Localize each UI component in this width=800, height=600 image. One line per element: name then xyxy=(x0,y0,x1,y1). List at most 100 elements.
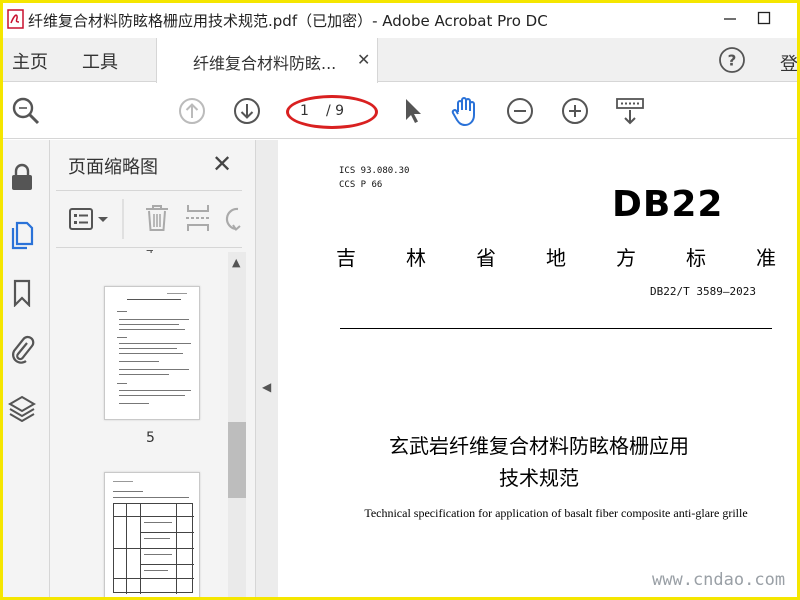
page-display-button[interactable] xyxy=(614,95,646,127)
panel-title: 页面缩略图 xyxy=(68,157,158,178)
arrow-up-circle-icon xyxy=(179,98,205,124)
page-thumbnails-panel: 页面缩略图 ✕ 4 xyxy=(50,140,256,600)
panel-splitter[interactable]: ◀ xyxy=(256,140,278,600)
thumb-line xyxy=(119,319,189,320)
maximize-button[interactable] xyxy=(746,4,782,32)
layers-rail-button[interactable] xyxy=(8,393,36,423)
thumb-table-line xyxy=(126,504,127,594)
thumb-table xyxy=(113,503,194,594)
zoom-in-button[interactable] xyxy=(559,95,591,127)
red-annotation-ellipse xyxy=(286,95,378,129)
bookmark-icon xyxy=(13,279,31,307)
arrow-down-circle-icon xyxy=(234,98,260,124)
document-title-line: 玄武岩纤维复合材料防眩格栅应用 xyxy=(389,434,689,458)
insert-page-icon[interactable] xyxy=(184,203,212,233)
document-tab[interactable]: 纤维复合材料防眩... ✕ xyxy=(156,38,378,83)
trash-icon[interactable] xyxy=(144,203,170,233)
zoom-out-button[interactable] xyxy=(504,95,536,127)
pages-icon xyxy=(11,221,34,250)
paperclip-icon xyxy=(12,335,35,364)
thumb-line xyxy=(119,390,191,391)
thumb-table-line xyxy=(140,504,141,594)
close-panel-icon[interactable]: ✕ xyxy=(212,150,232,178)
bookmarks-rail-button[interactable] xyxy=(8,278,36,308)
thumbnail-label-5: 5 xyxy=(146,430,155,446)
window-title: 纤维复合材料防眩格栅应用技术规范.pdf（已加密）- Adobe Acrobat… xyxy=(28,12,548,30)
toolbar-divider xyxy=(122,199,124,239)
scroll-up-arrow-icon[interactable]: ▲ xyxy=(232,256,240,269)
title-bar: 纤维复合材料防眩格栅应用技术规范.pdf（已加密）- Adobe Acrobat… xyxy=(0,0,800,38)
thumb-line xyxy=(119,395,185,396)
document-title-english: Technical specification for application … xyxy=(364,506,748,520)
thumbnail-scrollbar-thumb[interactable] xyxy=(228,422,246,498)
security-rail-button[interactable] xyxy=(8,162,36,192)
thumb-line xyxy=(119,361,159,362)
toolbar xyxy=(0,83,800,139)
maximize-icon xyxy=(757,11,771,25)
magnifier-icon xyxy=(12,97,40,125)
thumbnail-label-partial: 4 xyxy=(146,250,154,256)
thumbnail-page-5[interactable] xyxy=(104,286,200,420)
page-thumbnails-rail-button[interactable] xyxy=(8,220,36,250)
keyboard-scroll-icon xyxy=(616,98,644,125)
thumb-table-text xyxy=(144,522,172,523)
thumb-line xyxy=(119,374,169,375)
navigation-rail xyxy=(0,140,50,600)
previous-page-button[interactable] xyxy=(176,95,208,127)
standard-kind-char: 方 xyxy=(616,246,636,270)
thumb-table-text xyxy=(144,570,168,571)
document-title: 玄武岩纤维复合材料防眩格栅应用 技术规范 xyxy=(278,430,800,494)
site-watermark: www.cndao.com xyxy=(652,570,786,590)
close-tab-icon[interactable]: ✕ xyxy=(357,50,370,69)
document-title-line: 技术规范 xyxy=(499,466,579,490)
db22-logo: DB22 xyxy=(612,184,724,225)
thumb-line xyxy=(119,343,191,344)
ics-code: ICS 93.080.30 xyxy=(339,166,410,176)
hand-tool-button[interactable] xyxy=(449,95,481,127)
attachments-rail-button[interactable] xyxy=(8,334,36,364)
thumb-line xyxy=(113,497,189,498)
standard-kind: 吉 林 省 地 方 标 准 xyxy=(336,242,776,271)
menu-home[interactable]: 主页 xyxy=(12,48,48,74)
thumbnail-options-icon[interactable] xyxy=(68,205,114,235)
sign-in-button[interactable]: 登 xyxy=(780,50,798,76)
ccs-code: CCS P 66 xyxy=(339,180,383,190)
standard-kind-char: 准 xyxy=(756,246,776,270)
standard-kind-char: 吉 xyxy=(336,246,356,270)
thumb-line xyxy=(119,353,183,354)
thumb-line xyxy=(119,329,185,330)
minimize-button[interactable] xyxy=(712,4,748,32)
thumbnail-page-6[interactable] xyxy=(104,472,200,600)
standard-number: DB22/T 3589—2023 xyxy=(650,285,756,298)
layers-icon xyxy=(8,395,36,422)
thumb-table-line xyxy=(114,548,194,549)
thumb-line xyxy=(113,481,133,482)
menu-bar: 主页 工具 xyxy=(0,38,800,82)
panel-toolbar xyxy=(56,190,242,248)
thumb-table-line xyxy=(176,504,177,594)
minus-circle-icon xyxy=(507,98,533,124)
thumb-table-line xyxy=(140,532,194,533)
thumb-line xyxy=(119,403,149,404)
lock-icon xyxy=(12,163,32,190)
thumb-line xyxy=(167,293,187,294)
collapse-panel-arrow-icon[interactable]: ◀ xyxy=(262,380,271,394)
thumb-line xyxy=(119,369,189,370)
rotate-icon[interactable] xyxy=(224,203,242,233)
hand-icon xyxy=(451,97,475,127)
thumb-line xyxy=(113,491,143,492)
select-tool-button[interactable] xyxy=(396,95,428,127)
next-page-button[interactable] xyxy=(231,95,263,127)
thumb-table-line xyxy=(114,516,194,517)
thumb-line xyxy=(117,337,127,338)
zoom-search-button[interactable] xyxy=(10,95,42,127)
cursor-arrow-icon xyxy=(406,99,421,123)
help-icon[interactable]: ? xyxy=(718,46,746,74)
document-view[interactable]: ICS 93.080.30 CCS P 66 DB22 吉 林 省 地 方 标 … xyxy=(278,140,800,600)
thumb-line xyxy=(117,311,127,312)
menu-tools[interactable]: 工具 xyxy=(82,48,118,74)
header-rule xyxy=(340,328,772,329)
minimize-icon xyxy=(724,18,736,20)
standard-kind-char: 地 xyxy=(546,246,566,270)
acrobat-app-icon xyxy=(7,9,24,29)
